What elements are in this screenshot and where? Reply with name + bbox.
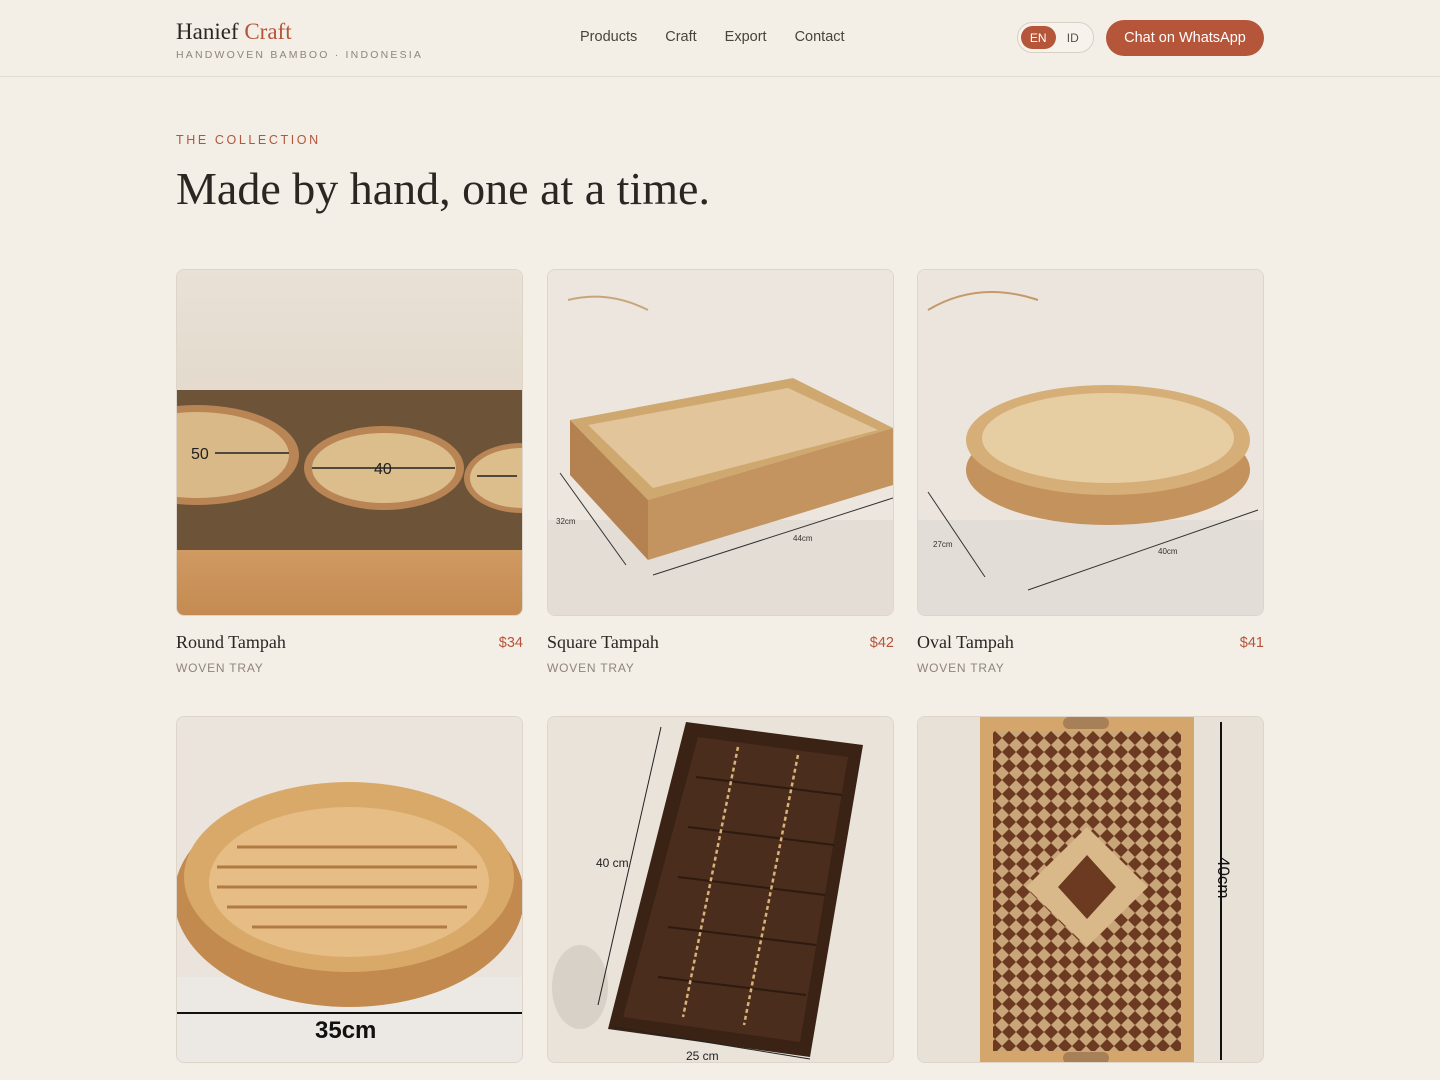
- product-price: $34: [498, 635, 523, 651]
- patterned-handled-tray-photo: 40cm: [918, 717, 1263, 1062]
- product-type: WOVEN TRAY: [547, 661, 635, 675]
- product-name: Square Tampah: [547, 632, 659, 652]
- dimension-label: 44cm: [793, 534, 813, 543]
- product-card[interactable]: 50 40 Round Tampah $34 WOVEN TRAY: [176, 269, 523, 676]
- whatsapp-chat-button[interactable]: Chat on WhatsApp: [1106, 20, 1264, 56]
- language-toggle: EN ID: [1017, 22, 1094, 53]
- dimension-label: 35cm: [315, 1017, 376, 1044]
- product-name: Round Tampah: [176, 632, 286, 652]
- product-meta: Square Tampah $42 WOVEN TRAY: [547, 616, 894, 676]
- site-header: Hanief Craft HANDWOVEN BAMBOO · INDONESI…: [0, 0, 1440, 77]
- nav-link-craft[interactable]: Craft: [665, 29, 696, 45]
- round-tampah-photo: 50 40: [177, 270, 522, 615]
- product-image[interactable]: 40 cm 25 cm: [547, 716, 894, 1063]
- dimension-label: 32cm: [556, 517, 576, 526]
- main-nav: Products Craft Export Contact: [580, 29, 845, 45]
- page-headline: Made by hand, one at a time.: [176, 163, 710, 214]
- dimension-label: 40 cm: [596, 856, 629, 870]
- product-image-oval-tampah[interactable]: 27cm 40cm: [917, 269, 1264, 616]
- product-price: $41: [1239, 635, 1264, 651]
- product-type: WOVEN TRAY: [176, 661, 264, 675]
- square-tampah-photo: 32cm 44cm: [548, 270, 893, 615]
- product-image-round-tampah[interactable]: 50 40: [176, 269, 523, 616]
- product-meta: Oval Tampah $41 WOVEN TRAY: [917, 616, 1264, 676]
- dimension-label: 40cm: [1158, 547, 1178, 556]
- product-price: $42: [869, 635, 894, 651]
- dark-rectangular-tray-photo: 40 cm 25 cm: [548, 717, 893, 1063]
- product-card[interactable]: 27cm 40cm Oval Tampah $41 WOVEN TRAY: [917, 269, 1264, 676]
- language-option-en[interactable]: EN: [1021, 26, 1056, 49]
- dimension-label: 40cm: [1214, 857, 1233, 899]
- product-type: WOVEN TRAY: [917, 661, 1005, 675]
- round-slatted-tray-photo: 35cm: [177, 717, 522, 1062]
- product-card[interactable]: 40cm: [917, 716, 1264, 1063]
- product-image[interactable]: 35cm: [176, 716, 523, 1063]
- nav-link-products[interactable]: Products: [580, 29, 637, 45]
- dimension-label: 50: [191, 446, 209, 463]
- product-card[interactable]: 40 cm 25 cm: [547, 716, 894, 1063]
- product-image[interactable]: 40cm: [917, 716, 1264, 1063]
- product-name: Oval Tampah: [917, 632, 1014, 652]
- dimension-label: 27cm: [933, 540, 953, 549]
- product-image-square-tampah[interactable]: 32cm 44cm: [547, 269, 894, 616]
- brand-logo[interactable]: Hanief Craft HANDWOVEN BAMBOO · INDONESI…: [176, 18, 423, 61]
- oval-tampah-photo: 27cm 40cm: [918, 270, 1263, 615]
- product-card[interactable]: 35cm: [176, 716, 523, 1063]
- section-eyebrow: THE COLLECTION: [176, 133, 321, 147]
- nav-link-export[interactable]: Export: [725, 29, 767, 45]
- language-option-id[interactable]: ID: [1056, 26, 1091, 49]
- brand-tagline: HANDWOVEN BAMBOO · INDONESIA: [176, 49, 424, 61]
- dimension-label: 40: [374, 461, 392, 478]
- dimension-label: 25 cm: [686, 1049, 719, 1063]
- product-meta: Round Tampah $34 WOVEN TRAY: [176, 616, 523, 676]
- brand-name: Hanief Craft: [176, 19, 292, 44]
- product-card[interactable]: 32cm 44cm Square Tampah $42 WOVEN TRAY: [547, 269, 894, 676]
- nav-link-contact[interactable]: Contact: [795, 29, 845, 45]
